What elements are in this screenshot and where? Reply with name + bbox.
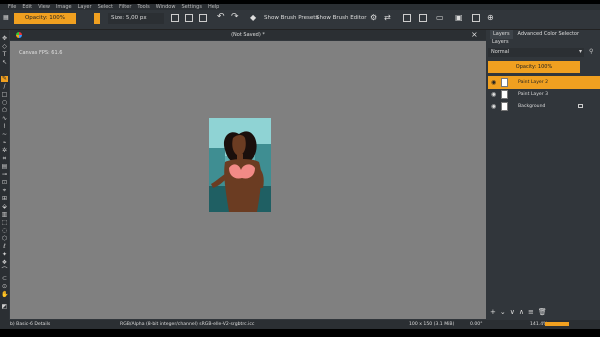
line-tool-icon[interactable]: /	[1, 84, 8, 90]
undo-icon[interactable]: ↶	[217, 12, 225, 22]
dynamic-brush-icon[interactable]: ⌁	[1, 140, 8, 146]
artwork-image[interactable]	[209, 118, 271, 212]
layer-row[interactable]: ◉ Background	[488, 100, 600, 113]
artwork-illustration	[209, 118, 271, 212]
folder-icon[interactable]: ▭	[436, 13, 444, 22]
zoom-slider[interactable]	[545, 322, 569, 326]
letterbox-top	[0, 0, 600, 4]
status-dimensions: 100 x 150 (3.1 MiB)	[409, 322, 455, 327]
new-document-icon[interactable]	[171, 14, 179, 22]
document-icon[interactable]	[472, 14, 480, 22]
add-layer-icon[interactable]: +	[490, 307, 496, 317]
docker-tabs: Layers Advanced Color Selector	[490, 30, 582, 39]
right-docker	[488, 30, 600, 320]
assistant-tool-icon[interactable]: ⊡	[1, 180, 8, 186]
text-tool-icon[interactable]: T	[1, 52, 8, 58]
transform-tool-icon[interactable]: ◇	[1, 44, 8, 50]
layer-properties-icon[interactable]: ≡	[528, 307, 534, 317]
bezier-tool-icon[interactable]: ⌇	[1, 124, 8, 130]
document-title: (Not Saved)	[231, 32, 261, 38]
close-icon[interactable]: ×	[471, 30, 478, 40]
status-color-model: RGB/Alpha (8-bit integer/channel) sRGB-e…	[120, 322, 255, 327]
canvas-only-icon[interactable]	[419, 14, 427, 22]
mirror-icon[interactable]: ⇄	[384, 13, 391, 22]
tab-advanced-color-selector[interactable]: Advanced Color Selector	[515, 30, 582, 39]
polygon-select-icon[interactable]: ⬡	[1, 236, 8, 242]
zoom-icon[interactable]: ⊕	[487, 13, 494, 22]
letterbox-bottom	[0, 329, 600, 337]
smart-patch-icon[interactable]: ▥	[1, 212, 8, 218]
color-picker-icon[interactable]: ⊸	[1, 172, 8, 178]
layers-docker-title: Layers	[492, 39, 509, 45]
workspace-icon[interactable]: ⚙	[370, 13, 377, 22]
multibrush-icon[interactable]: ✲	[1, 148, 8, 154]
magnetic-select-icon[interactable]: ⊂	[1, 276, 8, 282]
krita-logo-icon	[16, 32, 22, 38]
foreground-background-icon[interactable]: ◩	[1, 304, 8, 310]
chevron-down-icon[interactable]: ⌄	[500, 307, 506, 317]
layer-thumbnail	[501, 90, 508, 99]
tab-layers[interactable]: Layers	[490, 30, 513, 39]
polygon-tool-icon[interactable]: ⬠	[1, 108, 8, 114]
wrap-around-icon[interactable]	[403, 14, 411, 22]
ellipse-select-icon[interactable]: ◌	[1, 228, 8, 234]
foreground-color-swatch[interactable]	[94, 13, 100, 24]
layer-thumbnail	[501, 102, 508, 111]
open-folder-icon[interactable]	[185, 14, 193, 22]
layer-name: Background	[518, 104, 546, 109]
status-brush[interactable]: b) Basic-6 Details	[10, 320, 50, 329]
size-slider[interactable]: Size: 5,00 px	[108, 13, 164, 24]
ellipse-tool-icon[interactable]: ○	[1, 100, 8, 106]
layer-opacity-slider[interactable]: Opacity: 100%	[488, 61, 580, 73]
zoom-tool-icon[interactable]: ⊙	[1, 284, 8, 290]
show-brush-editor-button[interactable]: Show Brush Editor	[316, 13, 367, 24]
chevron-down-icon[interactable]: ▾	[579, 48, 582, 55]
bezier-select-icon[interactable]: ⌒	[1, 268, 8, 274]
reference-tool-icon[interactable]: ⊞	[1, 196, 8, 202]
brush-preset-icon[interactable]: ▦	[3, 14, 9, 21]
eraser-icon[interactable]: ◆	[250, 13, 256, 22]
opacity-slider[interactable]: Opacity: 100%	[14, 13, 76, 24]
filter-icon[interactable]: ⚲	[589, 48, 593, 55]
crop-tool-icon[interactable]: ⌗	[1, 156, 8, 162]
layer-thumbnail	[501, 78, 508, 87]
gradient-tool-icon[interactable]: ▤	[1, 164, 8, 170]
lock-icon[interactable]	[578, 104, 583, 108]
measure-tool-icon[interactable]: ⌖	[1, 188, 8, 194]
contiguous-select-icon[interactable]: ✦	[1, 252, 8, 258]
layer-actions: + ⌄ ∨ ∧ ≡ 🗑	[490, 307, 600, 317]
freehand-select-icon[interactable]: ℓ	[1, 244, 8, 250]
redo-icon[interactable]: ↷	[231, 12, 239, 22]
show-brush-presets-button[interactable]: Show Brush Presets	[264, 13, 318, 24]
document-tab[interactable]: (Not Saved) *	[10, 30, 486, 40]
edit-shapes-icon[interactable]: ↖	[1, 60, 8, 66]
rect-select-icon[interactable]: ⬚	[1, 220, 8, 226]
krita-window: File Edit View Image Layer Select Filter…	[0, 0, 600, 337]
move-up-icon[interactable]: ∧	[519, 307, 524, 317]
pan-tool-icon[interactable]: ✋	[1, 292, 8, 298]
image-icon[interactable]: ▣	[455, 13, 463, 22]
canvas-fps: Canvas FPS: 61.6	[19, 50, 63, 56]
delete-layer-icon[interactable]: 🗑	[538, 307, 547, 317]
freehand-path-icon[interactable]: ~	[1, 132, 8, 138]
move-down-icon[interactable]: ∨	[510, 307, 515, 317]
eye-icon[interactable]: ◉	[491, 100, 496, 113]
move-tool-icon[interactable]: ✥	[1, 36, 8, 42]
rectangle-tool-icon[interactable]: □	[1, 92, 8, 98]
save-icon[interactable]	[199, 14, 207, 22]
blend-mode-select[interactable]: Normal	[488, 48, 584, 57]
status-bar: b) Basic-6 Details RGB/Alpha (8-bit inte…	[0, 320, 600, 329]
fill-tool-icon[interactable]: ⬙	[1, 204, 8, 210]
status-rotation[interactable]: 0.00°	[470, 320, 483, 329]
polyline-tool-icon[interactable]: ∿	[1, 116, 8, 122]
freehand-brush-icon[interactable]: ✎	[1, 76, 8, 82]
similar-select-icon[interactable]: ❖	[1, 260, 8, 266]
